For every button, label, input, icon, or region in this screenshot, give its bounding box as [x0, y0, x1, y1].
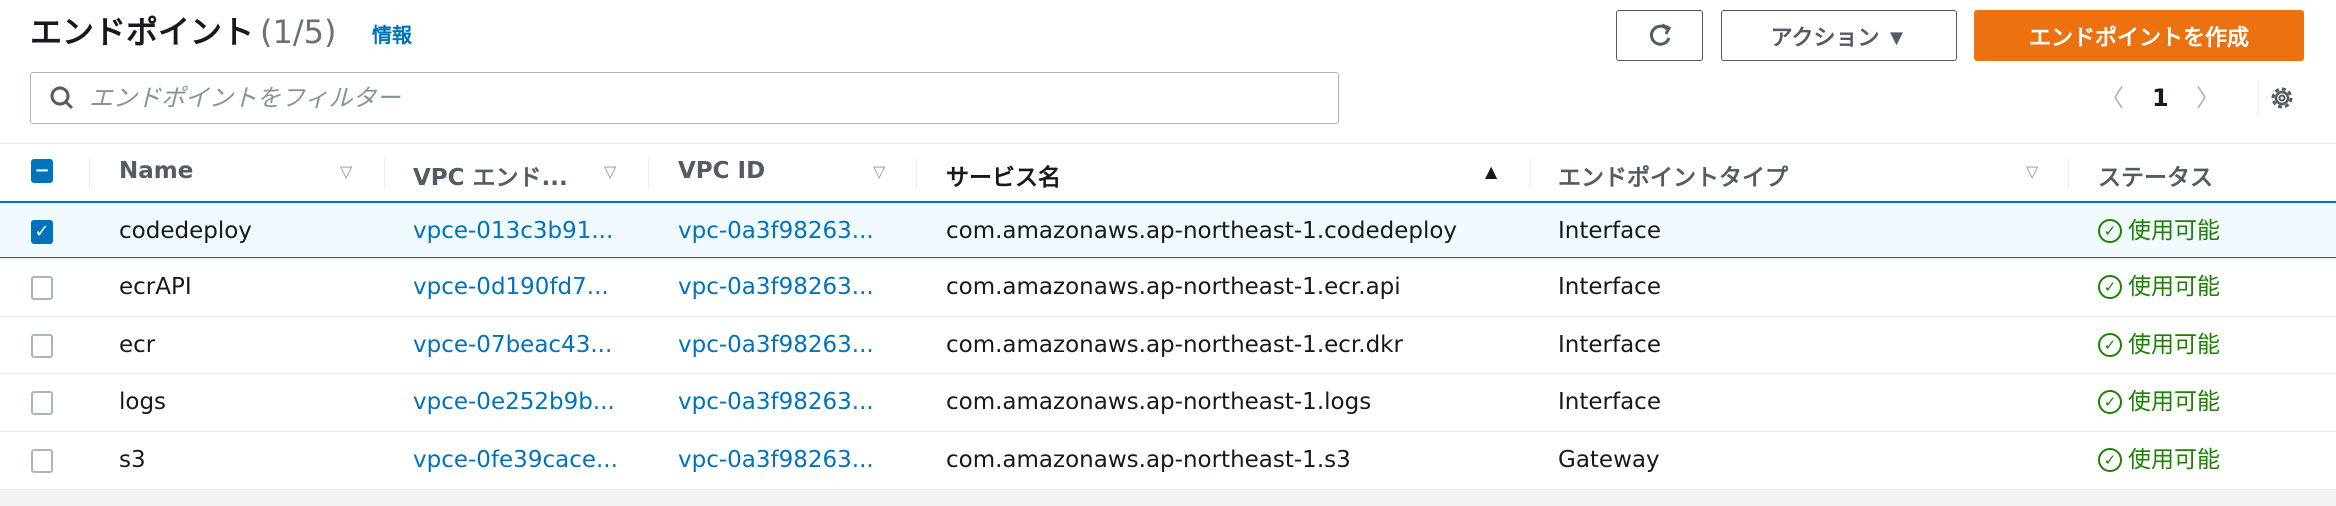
- service-name: com.amazonaws.ap-northeast-1.ecr.dkr: [946, 332, 1403, 358]
- column-divider: [89, 158, 90, 188]
- status-badge: ✓ 使用可能: [2098, 273, 2220, 301]
- actions-dropdown[interactable]: アクション ▼: [1721, 10, 1957, 61]
- gear-icon[interactable]: [2268, 84, 2296, 112]
- check-circle-icon: ✓: [2098, 219, 2122, 243]
- endpoint-type: Interface: [1558, 332, 1661, 358]
- service-name: com.amazonaws.ap-northeast-1.logs: [946, 389, 1372, 415]
- vpc-id-link[interactable]: vpc-0a3f98263...: [678, 273, 874, 301]
- status-text: 使用可能: [2128, 218, 2220, 244]
- table-row[interactable]: ecrAPI vpce-0d190fd7... vpc-0a3f98263...…: [0, 258, 2336, 316]
- endpoint-type: Interface: [1558, 218, 1661, 244]
- service-name: com.amazonaws.ap-northeast-1.s3: [946, 447, 1351, 473]
- next-page-button[interactable]: 〉: [2196, 78, 2220, 118]
- endpoint-name: ecrAPI: [119, 274, 192, 300]
- column-header-status[interactable]: ステータス: [2098, 158, 2213, 192]
- vpc-id-link[interactable]: vpc-0a3f98263...: [678, 446, 874, 474]
- check-circle-icon: ✓: [2098, 448, 2122, 472]
- column-divider: [384, 158, 385, 188]
- refresh-icon: [1649, 23, 1671, 46]
- endpoint-id-link[interactable]: vpce-07beac43...: [413, 331, 612, 359]
- column-divider: [1530, 158, 1531, 188]
- endpoint-id-link[interactable]: vpce-0fe39cace...: [413, 446, 618, 474]
- row-checkbox[interactable]: [31, 391, 53, 415]
- status-text: 使用可能: [2128, 274, 2220, 300]
- endpoint-name: s3: [119, 447, 146, 473]
- page-title: エンドポイント (1/5): [30, 10, 336, 54]
- endpoint-id-link[interactable]: vpce-0d190fd7...: [413, 273, 609, 301]
- sort-icon[interactable]: ▽: [340, 162, 352, 181]
- status-badge: ✓ 使用可能: [2098, 217, 2220, 245]
- table-row[interactable]: ✓ codedeploy vpce-013c3b91... vpc-0a3f98…: [0, 201, 2336, 259]
- sort-icon[interactable]: ▽: [873, 162, 885, 181]
- column-divider: [2068, 158, 2069, 188]
- status-text: 使用可能: [2128, 447, 2220, 473]
- row-checkbox[interactable]: [31, 449, 53, 473]
- endpoint-type: Interface: [1558, 274, 1661, 300]
- endpoint-type: Interface: [1558, 389, 1661, 415]
- table-header: − Name ▽ VPC エンド... ▽ VPC ID ▽ サービス名 ▲ エ…: [0, 143, 2336, 201]
- check-circle-icon: ✓: [2098, 333, 2122, 357]
- endpoint-id-link[interactable]: vpce-0e252b9b...: [413, 388, 615, 416]
- select-all-checkbox[interactable]: −: [31, 159, 53, 183]
- column-header-service[interactable]: サービス名: [946, 158, 1061, 192]
- status-badge: ✓ 使用可能: [2098, 331, 2220, 359]
- table-row[interactable]: s3 vpce-0fe39cace... vpc-0a3f98263... co…: [0, 431, 2336, 489]
- info-link[interactable]: 情報: [372, 20, 412, 50]
- vpc-id-link[interactable]: vpc-0a3f98263...: [678, 331, 874, 359]
- column-divider: [648, 158, 649, 188]
- row-checkbox[interactable]: [31, 276, 53, 300]
- endpoint-name: codedeploy: [119, 218, 252, 244]
- column-divider: [916, 158, 917, 188]
- sort-icon[interactable]: ▽: [604, 162, 616, 181]
- table-footer: [0, 489, 2336, 506]
- sort-ascending-icon[interactable]: ▲: [1485, 162, 1497, 181]
- sort-icon[interactable]: ▽: [2026, 162, 2038, 181]
- status-badge: ✓ 使用可能: [2098, 388, 2220, 416]
- table-row[interactable]: logs vpce-0e252b9b... vpc-0a3f98263... c…: [0, 373, 2336, 431]
- vpc-id-link[interactable]: vpc-0a3f98263...: [678, 388, 874, 416]
- filter-input[interactable]: [89, 84, 1338, 112]
- title-text: エンドポイント: [30, 13, 255, 51]
- current-page[interactable]: 1: [2152, 78, 2169, 118]
- service-name: com.amazonaws.ap-northeast-1.ecr.api: [946, 274, 1401, 300]
- endpoint-type: Gateway: [1558, 447, 1660, 473]
- prev-page-button[interactable]: 〈: [2100, 78, 2124, 118]
- status-text: 使用可能: [2128, 332, 2220, 358]
- column-header-type[interactable]: エンドポイントタイプ: [1558, 158, 1788, 192]
- endpoint-name: logs: [119, 389, 167, 415]
- check-circle-icon: ✓: [2098, 275, 2122, 299]
- column-header-name[interactable]: Name: [119, 158, 193, 184]
- table-row[interactable]: ecr vpce-07beac43... vpc-0a3f98263... co…: [0, 316, 2336, 374]
- endpoint-id-link[interactable]: vpce-013c3b91...: [413, 217, 613, 245]
- create-endpoint-button[interactable]: エンドポイントを作成: [1974, 10, 2304, 61]
- check-circle-icon: ✓: [2098, 390, 2122, 414]
- column-header-endpoint-id[interactable]: VPC エンド...: [413, 158, 568, 192]
- refresh-button[interactable]: [1616, 10, 1703, 61]
- column-header-vpc-id[interactable]: VPC ID: [678, 158, 765, 184]
- search-icon: [50, 86, 74, 110]
- endpoint-name: ecr: [119, 332, 156, 358]
- row-checkbox[interactable]: ✓: [31, 220, 53, 244]
- row-checkbox[interactable]: [31, 334, 53, 358]
- pager-divider: [2258, 80, 2259, 116]
- filter-field[interactable]: [30, 72, 1339, 124]
- status-text: 使用可能: [2128, 389, 2220, 415]
- vpc-id-link[interactable]: vpc-0a3f98263...: [678, 217, 874, 245]
- status-badge: ✓ 使用可能: [2098, 446, 2220, 474]
- service-name: com.amazonaws.ap-northeast-1.codedeploy: [946, 218, 1458, 244]
- selection-count: (1/5): [260, 13, 337, 51]
